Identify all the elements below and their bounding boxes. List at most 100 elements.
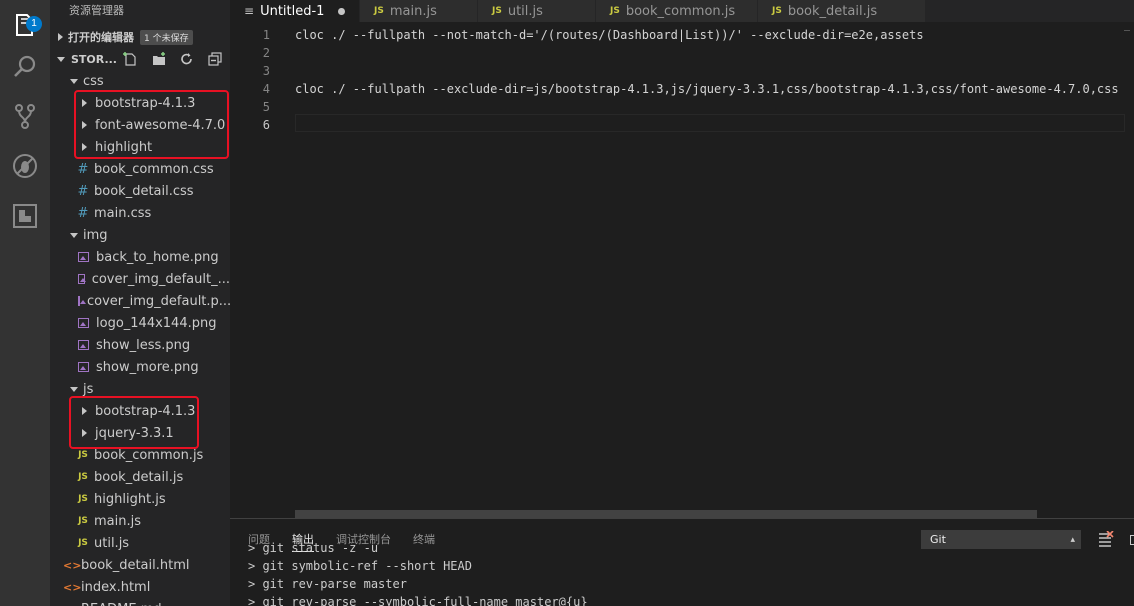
tree-item-label: js (83, 381, 94, 397)
js-file-icon: JS (78, 472, 88, 482)
tree-file[interactable]: logo_144x144.png (50, 312, 230, 334)
editor-line: 3 (230, 62, 1134, 80)
twistie[interactable] (69, 386, 79, 392)
tree-item-label: highlight.js (94, 491, 166, 507)
tree-item-label: util.js (94, 535, 130, 551)
clear-output-icon[interactable] (1098, 530, 1114, 547)
tree-file[interactable]: show_more.png (50, 356, 230, 378)
image-file-icon (78, 362, 89, 372)
search-icon[interactable] (0, 42, 50, 92)
code-text[interactable]: cloc ./ --fullpath --exclude-dir=js/boot… (295, 80, 1119, 98)
tree-folder[interactable]: img (50, 224, 230, 246)
css-file-icon: # (77, 205, 89, 221)
chevron-down-icon (70, 232, 78, 238)
editor-line: 6 (230, 116, 1134, 134)
tree-folder[interactable]: css (50, 70, 230, 92)
workspace-root-label: STOR... (71, 52, 117, 66)
chevron-down-icon (70, 78, 78, 84)
tree-file[interactable]: JS util.js (50, 532, 230, 554)
editor-line: 5 (230, 98, 1134, 116)
code-editor[interactable]: 1 cloc ./ --fullpath --not-match-d='/(rou… (230, 22, 1134, 518)
tree-item-label: css (83, 73, 104, 89)
image-file-icon (78, 252, 89, 262)
bottom-panel: 问题 输出 调试控制台 终端 Git ▴ > git status -z -u > gi… (230, 518, 1134, 606)
tree-file[interactable]: cover_img_default_... (50, 268, 230, 290)
new-file-icon[interactable] (122, 51, 140, 67)
output-log: > git status -z -u > git symbolic-ref --s… (248, 539, 588, 606)
tab-label: util.js (507, 3, 543, 19)
collapse-all-icon[interactable] (206, 51, 224, 67)
output-channel-select[interactable]: Git ▴ (921, 530, 1081, 549)
tree-file[interactable]: cover_img_default.p... (50, 290, 230, 312)
editor-line: 4 cloc ./ --fullpath --exclude-dir=js/boo… (230, 80, 1134, 98)
debug-icon[interactable] (0, 141, 50, 191)
chevron-down-icon (70, 386, 78, 392)
unsaved-badge: 1 个未保存 (140, 29, 193, 45)
explorer-toolbar (122, 51, 224, 67)
image-file-icon (78, 274, 86, 284)
line-number: 5 (262, 100, 270, 114)
image-file-icon (78, 340, 89, 350)
tree-file[interactable]: <> index.html (50, 576, 230, 598)
tree-item-label: book_detail.js (94, 469, 184, 485)
js-file-icon: JS (78, 516, 88, 526)
refresh-icon[interactable] (178, 51, 196, 67)
js-file-icon: JS (78, 450, 88, 460)
horizontal-scrollbar[interactable] (295, 510, 1037, 518)
tree-item-label: index.html (81, 579, 151, 595)
twistie[interactable] (69, 78, 79, 84)
line-number: 3 (262, 64, 270, 78)
js-file-icon: JS (772, 6, 782, 16)
css-file-icon: # (77, 183, 89, 199)
twistie[interactable] (69, 232, 79, 238)
tree-file[interactable]: JS book_detail.js (50, 466, 230, 488)
maximize-panel-icon[interactable] (1130, 535, 1134, 545)
tab-label: main.js (389, 3, 437, 19)
line-number: 2 (262, 46, 270, 60)
tree-item-label: img (83, 227, 108, 243)
tree-file[interactable]: JS main.js (50, 510, 230, 532)
js-file-icon: JS (374, 6, 384, 16)
code-text[interactable]: cloc ./ --fullpath --not-match-d='/(rout… (295, 26, 924, 44)
tab-util-js[interactable]: JS util.js (478, 0, 596, 22)
tab-main-js[interactable]: JS main.js (360, 0, 478, 22)
output-line: > git rev-parse --symbolic-full-name mas… (248, 595, 588, 606)
new-folder-icon[interactable] (150, 51, 168, 67)
tab-book-detail-js[interactable]: JS book_detail.js (758, 0, 926, 22)
image-file-icon (78, 318, 89, 328)
js-file-icon: JS (78, 538, 88, 548)
tab-label: book_common.js (625, 3, 736, 19)
output-line: > git symbolic-ref --short HEAD (248, 559, 472, 573)
tree-item-label: show_more.png (96, 359, 199, 375)
tab-untitled-1[interactable]: ≡ Untitled-1 (230, 0, 360, 22)
tree-file[interactable]: # book_common.css (50, 158, 230, 180)
tree-item-label: cover_img_default.p... (87, 293, 230, 309)
tree-file[interactable]: show_less.png (50, 334, 230, 356)
css-file-icon: # (77, 161, 89, 177)
open-editors-label: 打开的编辑器 (68, 31, 134, 44)
output-channel-value: Git (930, 533, 946, 546)
chevron-down-icon (57, 56, 65, 62)
open-editors-header[interactable]: 打开的编辑器 1 个未保存 (50, 26, 230, 48)
tree-item-label: book_detail.html (81, 557, 190, 573)
source-control-icon[interactable] (0, 91, 50, 141)
tree-file[interactable]: <> book_detail.html (50, 554, 230, 576)
activity-bar: 1 (0, 0, 50, 606)
tree-file[interactable]: ◦ README.md (50, 598, 230, 606)
extensions-icon[interactable] (0, 191, 50, 241)
tree-item-label: book_common.js (94, 447, 204, 463)
tab-book-common-js[interactable]: JS book_common.js (596, 0, 758, 22)
highlight-box-css-libs (74, 90, 229, 159)
tab-label: Untitled-1 (260, 3, 325, 19)
editor-line: 1 cloc ./ --fullpath --not-match-d='/(rou… (230, 26, 1134, 44)
tree-file[interactable]: # main.css (50, 202, 230, 224)
html-file-icon: <> (63, 558, 82, 572)
tree-file[interactable]: # book_detail.css (50, 180, 230, 202)
chevron-right-icon (58, 33, 63, 41)
tree-item-label: README.md (81, 602, 162, 606)
overview-ruler-marker (1124, 30, 1130, 32)
tree-file[interactable]: back_to_home.png (50, 246, 230, 268)
unsaved-dot-icon[interactable] (338, 7, 345, 15)
image-file-icon (78, 296, 86, 306)
tree-file[interactable]: JS highlight.js (50, 488, 230, 510)
